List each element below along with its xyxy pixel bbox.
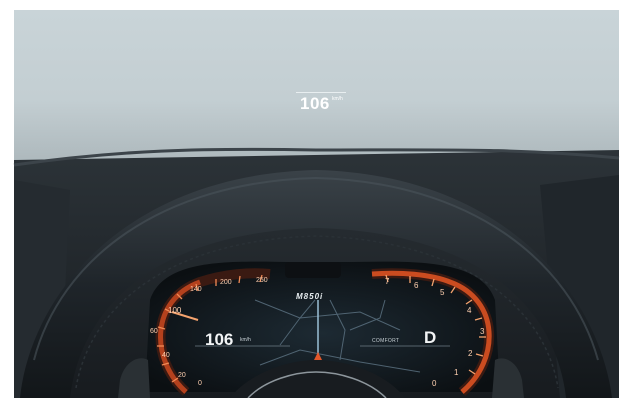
rpm-tick-label: 5 [440,288,445,297]
hud-speed-unit: km/h [332,96,343,102]
hud-display: 106 km/h [296,92,356,116]
car-interior-photo: 106 km/h 106 km/h COMFORT D M850i 0 20 4… [0,0,633,398]
speed-tick-label: 140 [190,286,202,293]
cluster-speed: 106 [205,330,234,349]
scene-svg [13,10,620,398]
speed-tick-label: 20 [178,372,186,379]
speed-tick-label: 100 [168,306,182,315]
speed-tick-label: 40 [162,352,170,359]
model-badge: M850i [296,292,324,301]
windshield [14,10,619,160]
speed-tick-label: 250 [256,277,268,284]
speed-tick-label: 200 [220,279,232,286]
hud-speed: 106 [300,94,330,113]
rpm-tick-label: 2 [468,349,473,358]
rpm-tick-label: 6 [414,281,419,290]
rpm-tick-label: 4 [467,306,472,315]
rpm-tick-label: 1 [454,368,459,377]
camera-pod [285,262,341,278]
rpm-tick-label: 7 [385,277,390,286]
drive-mode-label: COMFORT [372,338,400,344]
rpm-tick-label: 3 [480,327,485,336]
speed-tick-label: 0 [198,380,202,387]
cluster-speed-unit: km/h [240,337,251,343]
rpm-tick-label: 0 [432,379,437,388]
speed-tick-label: 60 [150,328,158,335]
gear-indicator: D [424,328,437,347]
